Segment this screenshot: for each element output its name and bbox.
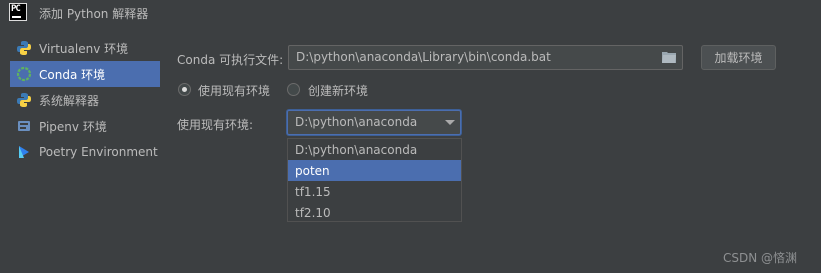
poetry-icon [16,144,32,160]
sidebar-item-label: Conda 环境 [39,67,106,82]
existing-env-combobox[interactable]: D:\python\anaconda [287,110,461,135]
sidebar-item-pipenv[interactable]: Pipenv 环境 [10,113,160,139]
dropdown-option[interactable]: D:\python\anaconda [288,139,461,160]
dropdown-option[interactable]: tf1.15 [288,181,461,202]
sidebar-item-system-interpreter[interactable]: 系统解释器 [10,87,160,113]
sidebar-item-label: 系统解释器 [39,93,100,108]
dropdown-option[interactable]: tf2.10 [288,202,461,223]
conda-executable-label: Conda 可执行文件: [177,53,284,67]
chevron-down-icon[interactable] [445,120,455,125]
sidebar-item-virtualenv[interactable]: Virtualenv 环境 [10,35,160,61]
sidebar-item-poetry[interactable]: Poetry Environment [10,139,160,165]
conda-icon [16,66,32,82]
pipenv-icon [16,118,32,134]
sidebar-item-label: Virtualenv 环境 [39,41,129,56]
sidebar-item-label: Poetry Environment [39,145,158,159]
dialog-title: 添加 Python 解释器 [39,7,149,21]
dropdown-option[interactable]: poten [288,160,461,181]
create-new-env-radio[interactable] [287,83,300,96]
csdn-watermark: CSDN @悋渊 [723,251,798,265]
app-icon-text: PC [11,4,21,14]
existing-env-label: 使用现有环境: [177,118,254,132]
python-icon [16,92,32,108]
pycharm-app-icon: PC [9,3,27,21]
use-existing-env-label[interactable]: 使用现有环境 [198,82,270,99]
sidebar-item-label: Pipenv 环境 [39,119,107,134]
python-icon [16,40,32,56]
existing-env-dropdown-list: D:\python\anaconda poten tf1.15 tf2.10 [287,138,462,222]
sidebar-item-conda[interactable]: Conda 环境 [10,61,160,87]
conda-executable-field[interactable]: D:\python\anaconda\Library\bin\conda.bat [288,45,683,70]
load-environments-button[interactable]: 加载环境 [701,45,776,70]
browse-folder-icon[interactable] [662,51,676,63]
use-existing-env-radio[interactable] [178,83,191,96]
create-new-env-label[interactable]: 创建新环境 [308,82,368,99]
